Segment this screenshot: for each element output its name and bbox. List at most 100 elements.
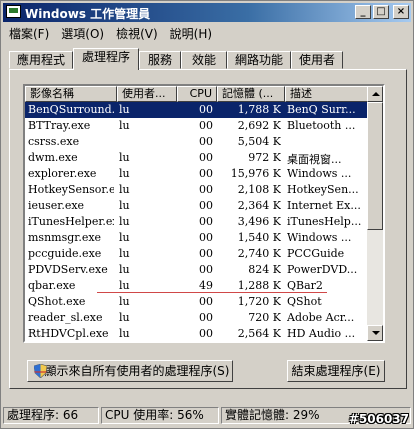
tab-networking[interactable]: 網路功能: [227, 51, 291, 69]
tab-users[interactable]: 使用者: [291, 51, 343, 69]
menu-options[interactable]: 選項(O): [55, 23, 110, 41]
cell-user-name: lu: [119, 103, 130, 116]
cell-image-name: BenQSurround...: [28, 103, 114, 116]
cell-image-name: msnmsgr.exe: [28, 231, 102, 244]
cell-memory: 2,364 K: [237, 199, 281, 212]
cell-cpu: 00: [199, 199, 213, 212]
process-list[interactable]: 影像名稱 使用者... CPU 記憶體 (... 描述 BenQSurround…: [23, 84, 385, 343]
cell-user-name: lu: [119, 231, 130, 244]
cell-user-name: lu: [119, 279, 130, 292]
cell-cpu: 00: [199, 247, 213, 260]
table-row[interactable]: iTunesHelper.exe lu 00 3,496 K iTunesHelp...: [25, 214, 369, 230]
cell-memory: 1,788 K: [237, 103, 281, 116]
task-manager-window: Windows 工作管理員 _ □ × 檔案(F) 選項(O) 檢視(V) 說明(H)…: [0, 0, 414, 429]
cell-description: Bluetooth ...: [287, 119, 356, 132]
tab-processes[interactable]: 處理程序: [73, 48, 139, 70]
cell-memory: 2,692 K: [237, 119, 281, 132]
menu-help[interactable]: 說明(H): [164, 23, 218, 41]
cell-user-name: lu: [119, 199, 130, 212]
cell-user-name: lu: [119, 151, 130, 164]
menu-file[interactable]: 檔案(F): [3, 23, 55, 41]
column-user-name[interactable]: 使用者...: [117, 86, 177, 102]
table-row[interactable]: msnmsgr.exe lu 00 1,540 K Windows ...: [25, 230, 369, 246]
table-row[interactable]: reader_sl.exe lu 00 720 K Adobe Acr...: [25, 310, 369, 326]
cell-image-name: QShot.exe: [28, 295, 86, 308]
cell-cpu: 00: [199, 119, 213, 132]
table-row[interactable]: RtHDVCpl.exe lu 00 2,564 K HD Audio ...: [25, 326, 369, 341]
cell-user-name: lu: [119, 295, 130, 308]
tab-performance[interactable]: 效能: [181, 51, 227, 69]
cell-description: Internet Ex...: [287, 199, 361, 212]
cell-description: 桌面視窗...: [287, 153, 342, 166]
table-row[interactable]: ieuser.exe lu 00 2,364 K Internet Ex...: [25, 198, 369, 214]
scroll-down-button[interactable]: [367, 325, 383, 341]
maximize-button[interactable]: □: [373, 5, 389, 19]
table-row[interactable]: pccguide.exe lu 00 2,740 K PCCGuide: [25, 246, 369, 262]
scroll-thumb[interactable]: [367, 102, 383, 230]
cell-user-name: lu: [119, 263, 130, 276]
cell-cpu: 00: [199, 167, 213, 180]
column-cpu[interactable]: CPU: [177, 86, 217, 102]
cell-image-name: pccguide.exe: [28, 247, 102, 260]
table-row[interactable]: BTTray.exe lu 00 2,692 K Bluetooth ...: [25, 118, 369, 134]
table-row[interactable]: QShot.exe lu 00 1,720 K QShot: [25, 294, 369, 310]
process-rows: BenQSurround... lu 00 1,788 K BenQ Surr... BT…: [25, 102, 369, 341]
table-row[interactable]: HotkeySensor.e... lu 00 2,108 K HotkeySen...: [25, 182, 369, 198]
cell-memory: 2,564 K: [237, 327, 281, 340]
cell-memory: 15,976 K: [230, 167, 281, 180]
table-row[interactable]: explorer.exe lu 00 15,976 K Windows ...: [25, 166, 369, 182]
cell-cpu: 00: [199, 327, 213, 340]
menu-bar: 檔案(F) 選項(O) 檢視(V) 說明(H): [3, 23, 411, 41]
cell-image-name: RtHDVCpl.exe: [28, 327, 109, 340]
cell-description: QShot: [287, 295, 322, 308]
close-button[interactable]: ×: [393, 5, 409, 19]
annotation-underline: [97, 292, 327, 293]
show-all-users-button[interactable]: 顯示來自所有使用者的處理程序(S): [27, 360, 233, 382]
cell-image-name: BTTray.exe: [28, 119, 91, 132]
end-process-button[interactable]: 結束處理程序(E): [287, 360, 385, 382]
cell-description: BenQ Surr...: [287, 103, 356, 116]
cell-cpu: 00: [199, 295, 213, 308]
cell-image-name: explorer.exe: [28, 167, 97, 180]
table-row[interactable]: PDVDServ.exe lu 00 824 K PowerDVD...: [25, 262, 369, 278]
status-cpu-usage: CPU 使用率: 56%: [101, 407, 219, 424]
cell-description: iTunesHelp...: [287, 215, 362, 228]
cell-cpu: 00: [199, 215, 213, 228]
tab-services[interactable]: 服務: [139, 51, 181, 69]
cell-memory: 2,740 K: [237, 247, 281, 260]
cell-memory: 972 K: [248, 151, 281, 164]
column-image-name[interactable]: 影像名稱: [25, 86, 117, 102]
cell-image-name: ieuser.exe: [28, 199, 85, 212]
scroll-up-button[interactable]: [367, 86, 383, 102]
cell-description: PowerDVD...: [287, 263, 358, 276]
uac-shield-icon: [34, 364, 47, 378]
cell-memory: 1,720 K: [237, 295, 281, 308]
cell-cpu: 00: [199, 151, 213, 164]
cell-memory: 3,496 K: [237, 215, 281, 228]
table-row[interactable]: dwm.exe lu 00 972 K 桌面視窗...: [25, 150, 369, 166]
cell-cpu: 00: [199, 183, 213, 196]
cell-image-name: reader_sl.exe: [28, 311, 103, 324]
cell-user-name: lu: [119, 311, 130, 324]
cell-cpu: 00: [199, 135, 213, 148]
cell-user-name: lu: [119, 167, 130, 180]
table-row[interactable]: csrss.exe 00 5,504 K: [25, 134, 369, 150]
cell-user-name: lu: [119, 247, 130, 260]
column-headers: 影像名稱 使用者... CPU 記憶體 (... 描述: [25, 86, 369, 102]
cell-description: QBar2: [287, 279, 323, 292]
title-bar[interactable]: Windows 工作管理員 _ □ ×: [3, 3, 411, 22]
menu-view[interactable]: 檢視(V): [110, 23, 164, 41]
cell-description: Adobe Acr...: [287, 311, 355, 324]
cell-cpu: 00: [199, 263, 213, 276]
cell-description: Windows ...: [287, 167, 352, 180]
minimize-button[interactable]: _: [355, 5, 371, 19]
cell-user-name: lu: [119, 119, 130, 132]
column-memory[interactable]: 記憶體 (...: [217, 86, 285, 102]
cell-image-name: csrss.exe: [28, 135, 80, 148]
cell-user-name: lu: [119, 183, 130, 196]
column-description[interactable]: 描述: [285, 86, 369, 102]
tab-applications[interactable]: 應用程式: [9, 51, 73, 69]
cell-memory: 720 K: [248, 311, 281, 324]
table-row[interactable]: BenQSurround... lu 00 1,788 K BenQ Surr...: [25, 102, 369, 118]
vertical-scrollbar[interactable]: [367, 86, 383, 341]
